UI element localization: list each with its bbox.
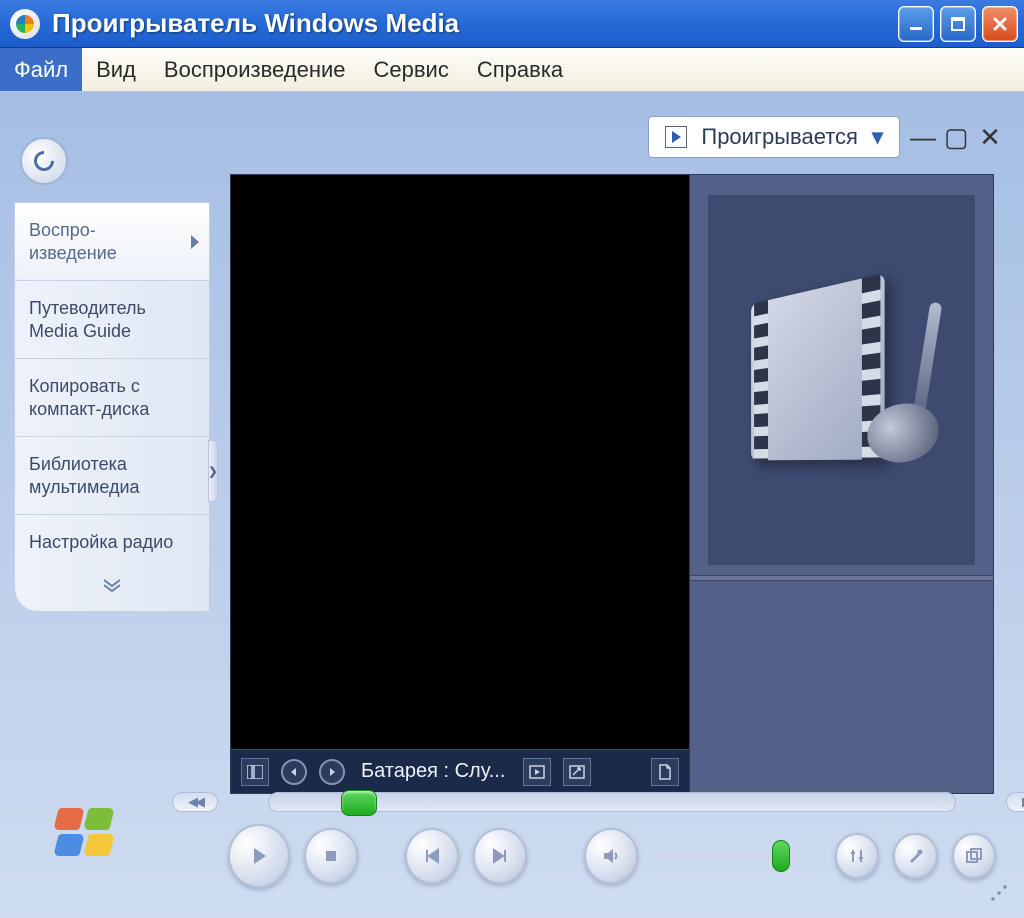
next-small-button[interactable] — [319, 759, 345, 785]
side-panel: Воспро- изведение Путеводитель Media Gui… — [0, 172, 222, 792]
equalizer-button[interactable] — [835, 833, 879, 879]
video-pane: Батарея : Слу... — [230, 174, 690, 794]
tab-library[interactable]: Библиотека мультимедиа — [15, 437, 209, 515]
close-button[interactable] — [982, 6, 1018, 42]
window-title: Проигрыватель Windows Media — [52, 8, 898, 39]
info-pane — [690, 174, 994, 794]
playback-controls: ◀◀ ▶▶ — [220, 792, 1004, 900]
app-logo-icon — [10, 9, 40, 39]
seek-slider[interactable] — [268, 792, 956, 812]
now-playing-dropdown[interactable]: Проигрывается ▾ — [648, 116, 900, 158]
tab-label: Копировать с компакт-диска — [29, 376, 149, 419]
play-glyph-icon — [665, 126, 687, 148]
menu-bar: Файл Вид Воспроизведение Сервис Справка — [0, 48, 1024, 92]
app-body: Проигрывается ▾ — ▢ ✕ Воспро- изведение … — [0, 92, 1024, 918]
tabs-scroll-down[interactable] — [15, 570, 209, 611]
top-toolbar: Проигрывается ▾ — ▢ ✕ — [648, 110, 1002, 164]
now-playing-label: Проигрывается — [701, 124, 858, 150]
tab-label: Воспро- изведение — [29, 220, 117, 263]
previous-button[interactable] — [405, 828, 459, 884]
volume-slider[interactable] — [652, 852, 806, 860]
menu-tools[interactable]: Сервис — [360, 48, 463, 91]
video-status-bar: Батарея : Слу... — [231, 749, 689, 793]
resize-grip[interactable] — [990, 884, 1008, 902]
menu-help[interactable]: Справка — [463, 48, 577, 91]
info-divider — [690, 575, 993, 581]
chevron-down-icon: ▾ — [872, 124, 883, 150]
status-text: Батарея : Слу... — [361, 760, 505, 783]
next-button[interactable] — [473, 828, 527, 884]
enhancements-button[interactable] — [523, 758, 551, 786]
album-art-area — [708, 195, 975, 565]
tab-label: Настройка радио — [29, 532, 173, 552]
skin-minimize-button[interactable]: — — [910, 122, 934, 153]
skin-restore-button[interactable]: ▢ — [944, 122, 968, 153]
arrow-right-icon — [191, 235, 199, 249]
fullscreen-button[interactable] — [563, 758, 591, 786]
minimize-button[interactable] — [898, 6, 934, 42]
collapse-handle[interactable]: ❯ — [208, 440, 218, 502]
stop-button[interactable] — [304, 828, 358, 884]
prev-small-button[interactable] — [281, 759, 307, 785]
title-bar: Проигрыватель Windows Media — [0, 0, 1024, 48]
tab-copy-cd[interactable]: Копировать с компакт-диска — [15, 359, 209, 437]
seek-forward-button[interactable]: ▶▶ — [1006, 792, 1024, 812]
switch-skin-button[interactable] — [952, 833, 996, 879]
menu-playback[interactable]: Воспроизведение — [150, 48, 360, 91]
seek-rewind-button[interactable]: ◀◀ — [172, 792, 218, 812]
play-button[interactable] — [228, 824, 290, 888]
windows-logo-icon — [56, 808, 118, 860]
info-doc-button[interactable] — [651, 758, 679, 786]
view-playlist-button[interactable] — [241, 758, 269, 786]
task-tabs: Воспро- изведение Путеводитель Media Gui… — [14, 202, 210, 612]
seek-thumb[interactable] — [341, 790, 377, 816]
tab-label: Библиотека мультимедиа — [29, 454, 140, 497]
refresh-button[interactable] — [20, 137, 68, 185]
menu-view[interactable]: Вид — [82, 48, 150, 91]
skin-close-button[interactable]: ✕ — [978, 122, 1002, 153]
tab-now-playing[interactable]: Воспро- изведение — [15, 203, 209, 281]
tab-media-guide[interactable]: Путеводитель Media Guide — [15, 281, 209, 359]
tab-radio-tuner[interactable]: Настройка радио — [15, 515, 209, 570]
color-chooser-button[interactable] — [893, 833, 937, 879]
tab-label: Путеводитель Media Guide — [29, 298, 146, 341]
main-view: Батарея : Слу... — [230, 174, 994, 794]
film-music-icon — [727, 280, 957, 480]
maximize-button[interactable] — [940, 6, 976, 42]
mute-button[interactable] — [584, 828, 638, 884]
menu-file[interactable]: Файл — [0, 48, 82, 91]
volume-thumb[interactable] — [772, 840, 790, 872]
